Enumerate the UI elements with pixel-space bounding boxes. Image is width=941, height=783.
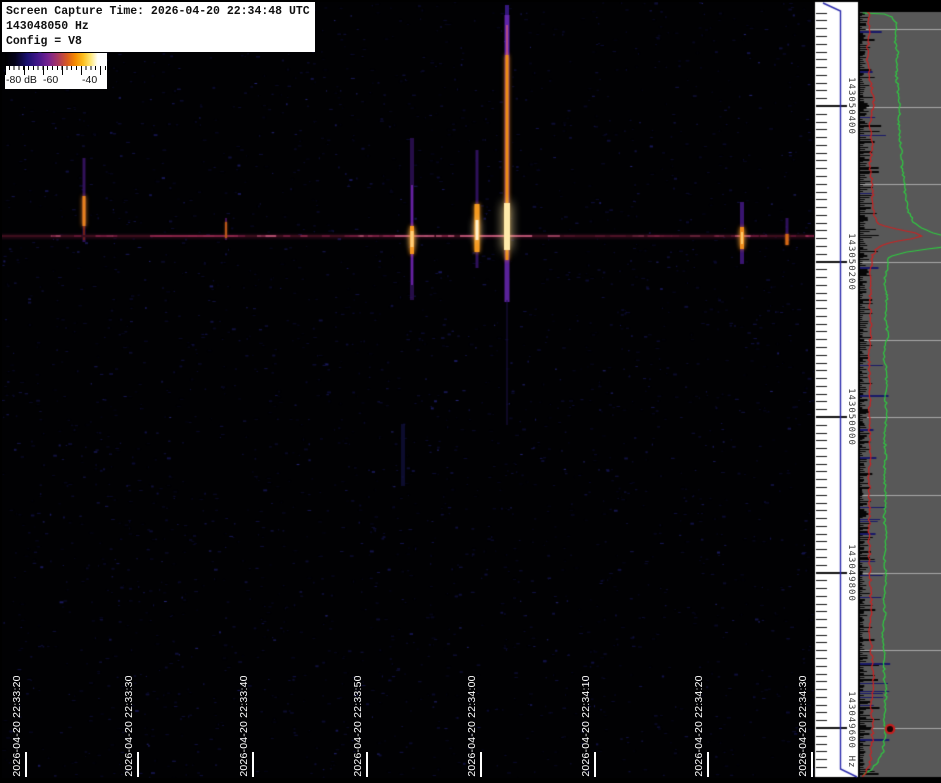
time-tick-label: 2026-04-20 22:34:10 <box>580 675 592 777</box>
amplitude-colorbar: -80 dB -60 -40 <box>5 53 107 89</box>
time-tick-label: 2026-04-20 22:33:30 <box>123 675 135 777</box>
waterfall-spectrogram-canvas <box>2 2 814 778</box>
frequency-tick-label: 143050400 <box>846 77 856 135</box>
time-tick-label: 2026-04-20 22:33:40 <box>238 675 250 777</box>
colorbar-label-minus60: -60 <box>43 74 59 86</box>
time-tick-mark <box>707 752 709 777</box>
time-tick-label: 2026-04-20 22:33:50 <box>352 675 364 777</box>
frequency-tick-label: 143049600 <box>846 691 856 749</box>
frequency-tick-label: 143049800 <box>846 543 856 602</box>
time-tick-label: 2026-04-20 22:34:20 <box>693 675 705 777</box>
capture-info-box: Screen Capture Time: 2026-04-20 22:34:48… <box>2 2 315 52</box>
time-tick-mark <box>252 752 254 777</box>
frequency-tick-label: 143050000 <box>846 388 856 446</box>
time-tick-mark <box>25 752 27 777</box>
time-tick-mark <box>811 752 813 777</box>
time-tick-mark <box>366 752 368 777</box>
colorbar-labels: -80 dB -60 -40 <box>5 74 107 88</box>
time-tick-label: 2026-04-20 22:34:00 <box>466 675 478 777</box>
spectrogram-screen-capture: Screen Capture Time: 2026-04-20 22:34:48… <box>0 0 941 783</box>
spectrum-graph-canvas <box>859 0 941 783</box>
time-tick-mark <box>480 752 482 777</box>
colorbar-label-minus80: -80 dB <box>6 74 37 86</box>
colorbar-label-minus40: -40 <box>82 74 98 86</box>
config-text: Config = V8 <box>6 35 82 48</box>
time-tick-label: 2026-04-20 22:33:20 <box>11 675 23 777</box>
frequency-tick-label: 143050200 <box>846 232 856 291</box>
frequency-unit-label: Hz <box>846 755 856 769</box>
colorbar-gradient <box>5 53 107 66</box>
capture-time-text: Screen Capture Time: 2026-04-20 22:34:48… <box>6 5 310 18</box>
time-tick-mark <box>137 752 139 777</box>
time-tick-label: 2026-04-20 22:34:30 <box>797 675 809 777</box>
center-frequency-text: 143048050 Hz <box>6 20 89 33</box>
time-tick-mark <box>594 752 596 777</box>
